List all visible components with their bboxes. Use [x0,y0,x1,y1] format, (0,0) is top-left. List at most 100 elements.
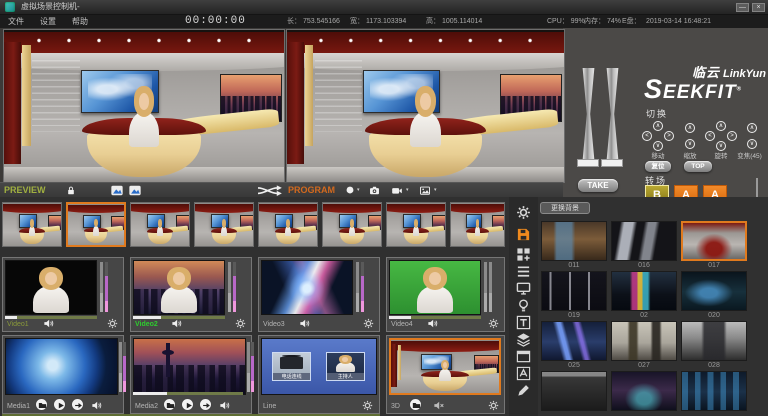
speaker-icon[interactable] [299,318,310,329]
gallery-scene-020[interactable] [681,271,747,311]
3d-thumbnail-selected[interactable] [389,338,501,395]
title-tool-icon[interactable] [516,315,531,330]
video3-thumbnail[interactable] [261,260,353,315]
move-left-button[interactable]: < [642,131,652,141]
gear-icon[interactable] [362,400,373,411]
move-right-button[interactable]: > [664,131,674,141]
zoom-out-button[interactable]: ∨ [747,139,757,149]
media2-thumbnail[interactable] [133,338,246,395]
video1-cell[interactable]: Video1 [2,257,124,332]
draw-pen-icon[interactable] [516,383,531,398]
media1-cell[interactable]: Media1 [2,335,124,414]
speaker-mute-icon[interactable] [433,400,444,411]
program-monitor[interactable] [286,29,565,183]
gallery-scene-row4-2[interactable] [611,371,677,411]
rotate-left-button[interactable]: < [705,131,715,141]
scene-thumbnail-6[interactable] [322,202,382,247]
video1-thumbnail[interactable] [5,260,97,315]
line-cell[interactable]: 电话连线 主持人 Line [258,335,380,414]
open-file-button[interactable] [409,398,422,411]
media2-cell[interactable]: Media2 [130,335,252,414]
window-frame-icon[interactable] [516,349,531,364]
gear-icon[interactable] [235,318,246,329]
snapshot-preview-alt-icon[interactable] [128,185,142,196]
record-icon[interactable] [345,185,355,195]
save-floppy-icon[interactable] [516,227,531,242]
gear-icon[interactable] [107,318,118,329]
gear-icon[interactable] [488,400,499,411]
text-tool-icon[interactable] [516,366,531,381]
open-file-button[interactable] [35,398,48,411]
swap-preview-program-icon[interactable] [255,185,283,196]
video4-thumbnail[interactable] [389,260,481,315]
image-dropdown-icon[interactable]: ▾ [434,187,437,193]
speaker-icon[interactable] [43,318,54,329]
image-output-icon[interactable] [418,185,432,196]
gallery-scene-016[interactable] [611,221,677,261]
light-bulb-icon[interactable] [516,298,531,313]
play-button[interactable] [53,398,66,411]
settings-gear-icon[interactable] [516,205,531,220]
zoom-in-button[interactable]: ∧ [747,123,757,133]
speaker-icon[interactable] [427,318,438,329]
menu-file[interactable]: 文件 [8,15,24,28]
camcorder-dropdown-icon[interactable]: ▾ [406,187,409,193]
display-icon[interactable] [516,281,531,296]
layers-icon[interactable] [516,332,531,347]
scene-thumbnail-5[interactable] [258,202,318,247]
camcorder-icon[interactable] [390,185,404,196]
media1-thumbnail[interactable] [5,338,118,395]
scene-thumbnail-4[interactable] [194,202,254,247]
menu-settings[interactable]: 设置 [40,15,56,28]
scene-thumbnail-8[interactable] [450,202,505,247]
speaker-icon[interactable] [219,400,230,411]
seek-bar[interactable] [133,392,243,395]
scene-thumbnail-3[interactable] [130,202,190,247]
playlist-icon[interactable] [516,264,531,279]
play-button[interactable] [181,398,194,411]
gallery-scene-019[interactable] [541,271,607,311]
scene-thumbnail-2-selected[interactable] [66,202,126,247]
gallery-scene-017-selected[interactable] [681,221,747,261]
video4-cell[interactable]: Video4 [386,257,505,332]
next-button[interactable] [199,398,212,411]
3d-scene-cell[interactable]: 3D [386,335,505,414]
close-button[interactable]: × [752,3,765,12]
gallery-scene-row4-1[interactable] [541,371,607,411]
video2-thumbnail[interactable] [133,260,225,315]
next-button[interactable] [71,398,84,411]
minimize-button[interactable]: — [736,3,749,12]
video2-cell[interactable]: Video2 [130,257,252,332]
snapshot-preview-icon[interactable] [110,185,124,196]
gallery-scene-028[interactable] [681,321,747,361]
gallery-scene-025[interactable] [541,321,607,361]
record-dropdown-icon[interactable]: ▾ [357,187,360,193]
line-thumbnail[interactable]: 电话连线 主持人 [261,338,377,395]
video3-cell[interactable]: Video3 [258,257,380,332]
gallery-scene-row4-3[interactable] [681,371,747,411]
scale-up-button[interactable]: ∧ [685,123,695,133]
gear-icon[interactable] [488,318,499,329]
scene-thumbnail-7[interactable] [386,202,446,247]
lock-icon[interactable] [66,185,76,196]
scene-thumbnail-1[interactable] [2,202,62,247]
change-background-button[interactable]: 更换背景 [540,202,590,214]
open-file-button[interactable] [163,398,176,411]
camera-snapshot-icon[interactable] [368,185,381,196]
gallery-scene-011[interactable] [541,221,607,261]
reset-button[interactable]: 复位 [645,161,671,172]
layout-grid-icon[interactable] [516,247,531,262]
menu-help[interactable]: 帮助 [72,15,88,28]
gallery-scene-027[interactable] [611,321,677,361]
scale-down-button[interactable]: ∨ [685,139,695,149]
preview-monitor[interactable] [3,29,285,183]
gear-icon[interactable] [363,318,374,329]
rotate-up-button[interactable]: ∧ [716,121,726,131]
speaker-icon[interactable] [91,400,102,411]
move-up-button[interactable]: ∧ [653,121,663,131]
top-button[interactable]: TOP [684,161,712,172]
rotate-right-button[interactable]: > [727,131,737,141]
gallery-scene-02[interactable] [611,271,677,311]
speaker-icon[interactable] [171,318,182,329]
take-button[interactable]: TAKE [578,179,618,192]
